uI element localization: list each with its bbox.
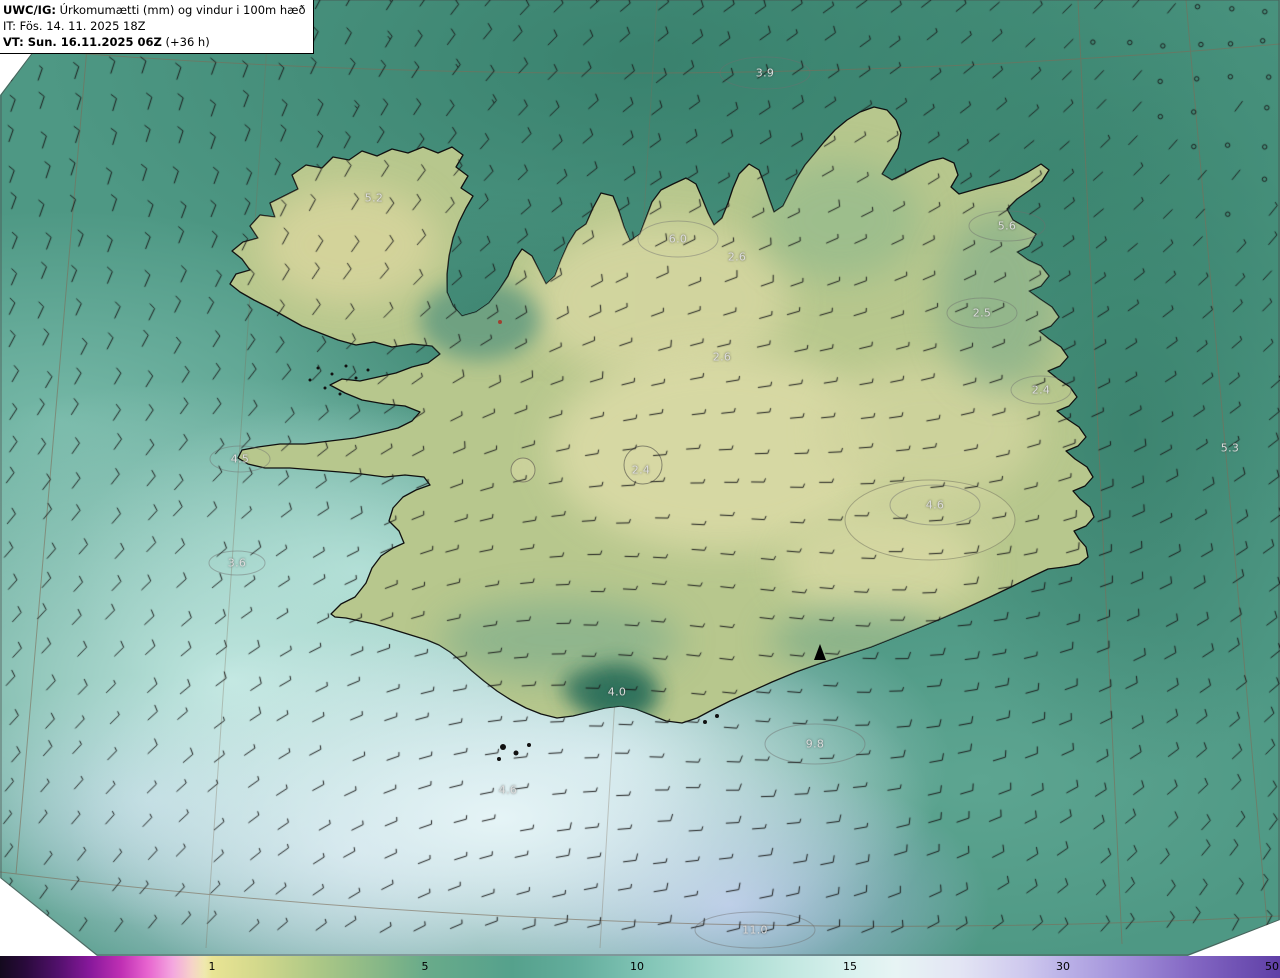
title-line: UWC/IG: Úrkomumætti (mm) og vindur i 100…	[3, 3, 306, 17]
colorbar-tick-label: 30	[1056, 960, 1070, 973]
colorbar-tick-label: 1	[208, 960, 216, 973]
model-id: UWC/IG:	[3, 3, 56, 17]
colorbar: 1 5 10 15 30 50	[0, 956, 1280, 978]
info-box: UWC/IG: Úrkomumætti (mm) og vindur i 100…	[0, 0, 314, 54]
valid-time-line: VT: Sun. 16.11.2025 06Z (+36 h)	[3, 35, 210, 49]
colorbar-tick-label: 50	[1265, 960, 1279, 973]
wind-barbs-canvas	[0, 0, 1280, 956]
colorbar-tick-label: 15	[843, 960, 857, 973]
colorbar-tick-label: 5	[421, 960, 429, 973]
map-domain: 3.9 5.2 5.6 6.0 2.6 2.5 2.6 2.4 5.3 4.5 2.4 4.6 3.6 4…	[0, 0, 1280, 956]
colorbar-tick-label: 10	[630, 960, 644, 973]
colorbar-ticks: 1 5 10 15 30 50	[0, 956, 1280, 978]
weather-map-page: 3.9 5.2 5.6 6.0 2.6 2.5 2.6 2.4 5.3 4.5 2.4 4.6 3.6 4…	[0, 0, 1280, 978]
init-time-line: IT: Fös. 14. 11. 2025 18Z	[3, 19, 146, 33]
